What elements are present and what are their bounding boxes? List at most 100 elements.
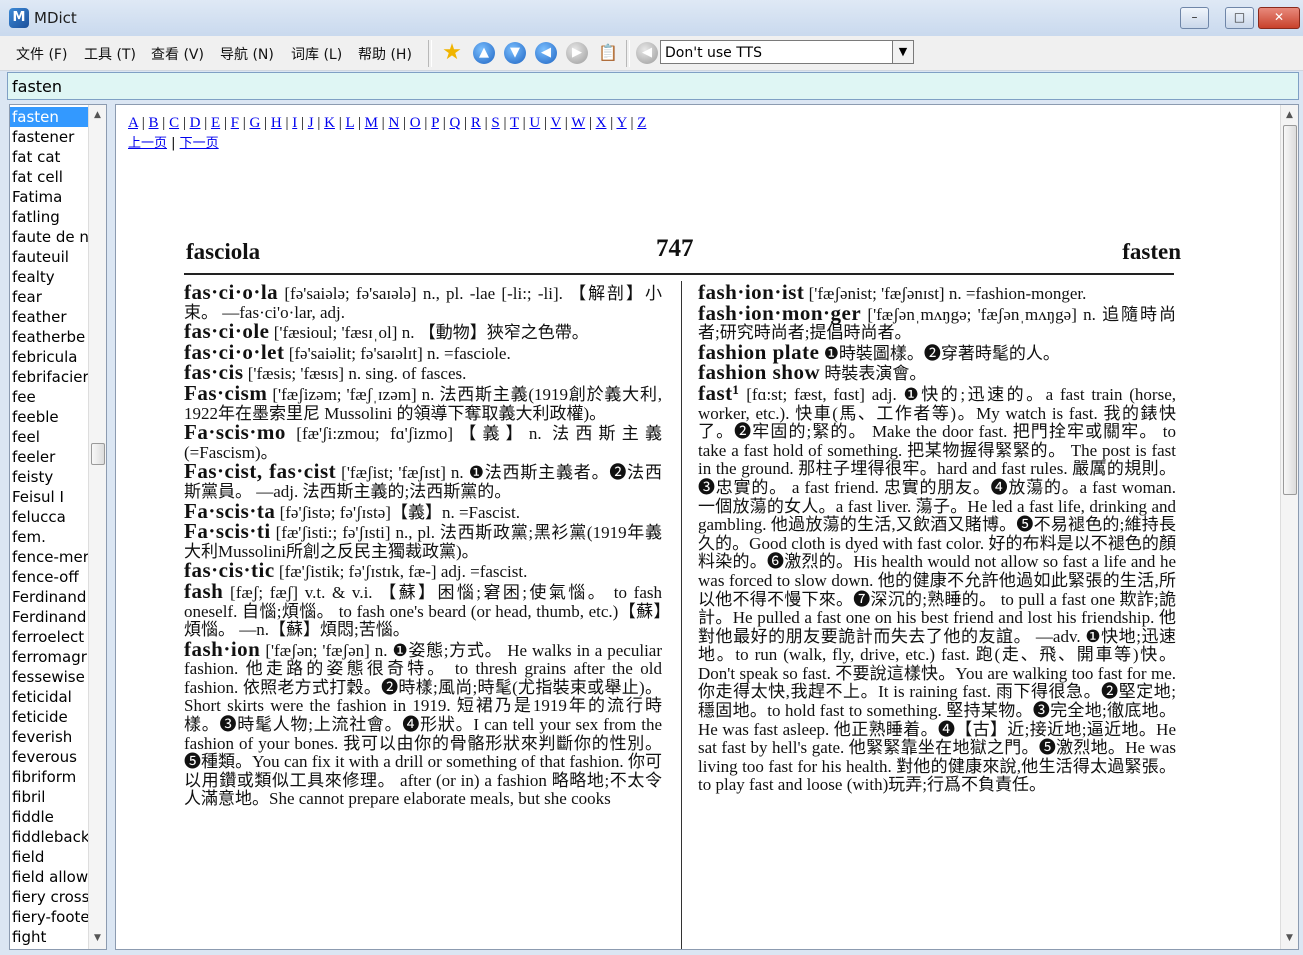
alphabet-link[interactable]: L — [345, 115, 354, 131]
word-list-item[interactable]: feather — [10, 307, 90, 327]
alphabet-link[interactable]: K — [324, 115, 335, 131]
menu-help[interactable]: 帮助 (H) — [358, 44, 412, 64]
word-list-item[interactable]: fiddleback — [10, 827, 90, 847]
alphabet-link[interactable]: O — [410, 115, 421, 131]
word-list-item[interactable]: Fatima — [10, 187, 90, 207]
word-list-item[interactable]: feel — [10, 427, 90, 447]
search-input[interactable] — [7, 72, 1299, 100]
alphabet-link[interactable]: H — [271, 115, 282, 131]
alphabet-link[interactable]: F — [231, 115, 239, 131]
word-list-item[interactable]: fat cell — [10, 167, 90, 187]
alphabet-link[interactable]: S — [491, 115, 499, 131]
word-list-item[interactable]: fauteuil — [10, 247, 90, 267]
word-list-item[interactable]: fiddle — [10, 807, 90, 827]
tts-select[interactable]: Don't use TTS ▼ — [660, 40, 914, 64]
back-arrow-icon[interactable]: ◀ — [535, 42, 557, 64]
alphabet-link[interactable]: E — [211, 115, 220, 131]
alphabet-link[interactable]: D — [190, 115, 201, 131]
word-list-item[interactable]: felucca — [10, 507, 90, 527]
definition-scrollbar[interactable]: ▲ ▼ — [1280, 105, 1298, 949]
scroll-down-icon[interactable]: ▼ — [1281, 930, 1298, 947]
word-list-item[interactable]: fight — [10, 927, 90, 947]
alphabet-link[interactable]: M — [365, 115, 378, 131]
word-list-item[interactable]: Feisul I — [10, 487, 90, 507]
alphabet-link[interactable]: U — [529, 115, 540, 131]
favorite-star-icon[interactable]: ★ — [441, 42, 463, 64]
word-list-item[interactable]: field — [10, 847, 90, 867]
close-button[interactable]: ✕ — [1258, 7, 1300, 29]
word-list-item[interactable]: feisty — [10, 467, 90, 487]
menu-navigate[interactable]: 导航 (N) — [220, 44, 274, 64]
word-list-item[interactable]: feverish — [10, 727, 90, 747]
menu-file[interactable]: 文件 (F) — [16, 44, 67, 64]
word-list-item[interactable]: fibriform — [10, 767, 90, 787]
word-list-item[interactable]: faute de n — [10, 227, 90, 247]
word-list-item[interactable]: fence-off — [10, 567, 90, 587]
alphabet-link[interactable]: X — [596, 115, 607, 131]
word-list-item[interactable]: fiery cross — [10, 887, 90, 907]
clipboard-icon[interactable]: 📋 — [597, 42, 619, 64]
scroll-down-icon[interactable]: ▼ — [89, 930, 106, 947]
alphabet-link[interactable]: C — [169, 115, 179, 131]
word-list-item[interactable]: ferromagr — [10, 647, 90, 667]
alphabet-link[interactable]: T — [510, 115, 519, 131]
menu-tools[interactable]: 工具 (T) — [84, 44, 136, 64]
word-list-item[interactable]: feeler — [10, 447, 90, 467]
word-list-item[interactable]: fee — [10, 387, 90, 407]
word-list-item[interactable]: febrifacier — [10, 367, 90, 387]
alphabet-link[interactable]: Q — [449, 115, 460, 131]
entry-definition: ['fæsioul; 'fæsɪˌol] n. 【動物】狹窄之色帶。 — [269, 323, 589, 343]
word-list-item[interactable]: fastener — [10, 127, 90, 147]
title-bar: M MDict – □ ✕ — [0, 0, 1303, 37]
entry-headword: Fa·scis·mo — [184, 420, 286, 445]
word-list-item[interactable]: Ferdinand — [10, 607, 90, 627]
word-list-scrollbar[interactable]: ▲ ▼ — [88, 105, 106, 949]
alphabet-link[interactable]: P — [431, 115, 439, 131]
scroll-thumb[interactable] — [1283, 125, 1297, 495]
alphabet-link[interactable]: N — [388, 115, 399, 131]
alphabet-link[interactable]: Y — [616, 115, 626, 131]
alphabet-link[interactable]: V — [550, 115, 561, 131]
alphabet-link[interactable]: R — [471, 115, 481, 131]
word-list-item[interactable]: feticidal — [10, 687, 90, 707]
toolbar-separator — [626, 40, 630, 67]
next-page-link[interactable]: 下一页 — [180, 136, 219, 151]
word-list-item[interactable]: fem. — [10, 527, 90, 547]
menu-library[interactable]: 词库 (L) — [291, 44, 342, 64]
alphabet-link[interactable]: B — [149, 115, 159, 131]
word-list-item[interactable]: Ferdinand — [10, 587, 90, 607]
alphabet-link[interactable]: A — [128, 115, 138, 131]
prev-page-link[interactable]: 上一页 — [128, 136, 167, 151]
word-list-item[interactable]: feticide — [10, 707, 90, 727]
word-list-item[interactable]: field allow — [10, 867, 90, 887]
dropdown-arrow-icon[interactable]: ▼ — [892, 41, 913, 63]
word-list-item[interactable]: fiery-foote — [10, 907, 90, 927]
alphabet-link[interactable]: W — [571, 115, 585, 131]
word-list-item[interactable]: fasten — [10, 107, 90, 127]
word-list-item[interactable]: fear — [10, 287, 90, 307]
word-list-item[interactable]: ferroelect — [10, 627, 90, 647]
word-list-item[interactable]: featherbe — [10, 327, 90, 347]
word-list-item[interactable]: fessewise — [10, 667, 90, 687]
word-list-item[interactable]: febricula — [10, 347, 90, 367]
forward-arrow-icon[interactable]: ▶ — [566, 42, 588, 64]
scroll-thumb[interactable] — [91, 443, 105, 465]
minimize-button[interactable]: – — [1180, 7, 1209, 29]
word-list-item[interactable]: feeble — [10, 407, 90, 427]
scroll-up-icon[interactable]: ▲ — [1281, 107, 1298, 124]
arrow-up-icon[interactable]: ▲ — [473, 42, 495, 64]
alphabet-link[interactable]: G — [250, 115, 261, 131]
speaker-icon[interactable]: ◀ — [636, 42, 658, 64]
entry-headword: Fas·cist, fas·cist — [184, 459, 337, 484]
maximize-button[interactable]: □ — [1225, 7, 1254, 29]
word-list-item[interactable]: fatling — [10, 207, 90, 227]
arrow-down-icon[interactable]: ▼ — [504, 42, 526, 64]
word-list-item[interactable]: feverous — [10, 747, 90, 767]
word-list-item[interactable]: fibril — [10, 787, 90, 807]
word-list-item[interactable]: fat cat — [10, 147, 90, 167]
word-list-item[interactable]: fence-mer — [10, 547, 90, 567]
alphabet-link[interactable]: Z — [637, 115, 646, 131]
word-list-item[interactable]: fealty — [10, 267, 90, 287]
scroll-up-icon[interactable]: ▲ — [89, 107, 106, 124]
menu-view[interactable]: 查看 (V) — [151, 44, 204, 64]
